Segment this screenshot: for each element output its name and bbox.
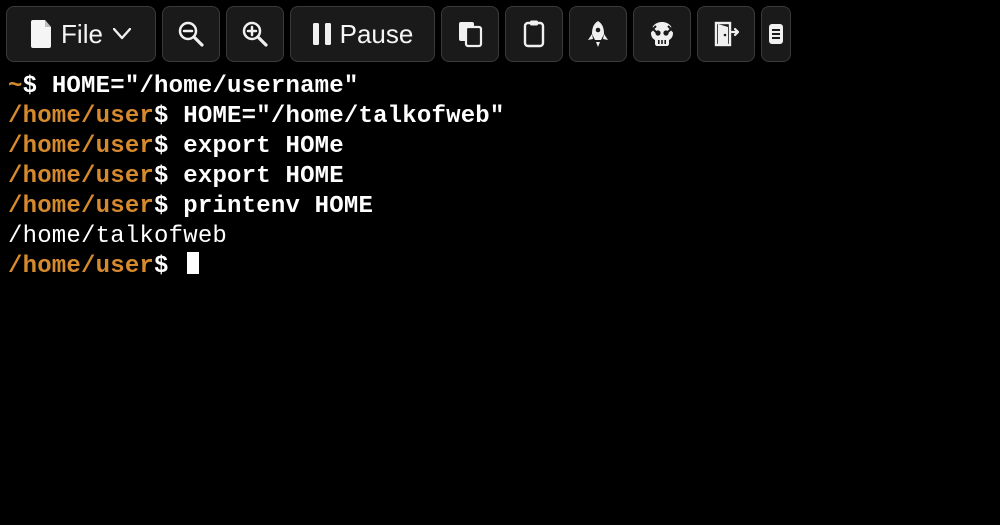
kill-button[interactable]	[633, 6, 691, 62]
prompt-path: /home/user	[8, 193, 154, 220]
cursor	[187, 252, 199, 274]
terminal-line: /home/user$ printenv HOME	[8, 192, 992, 222]
terminal-line: /home/user$ export HOME	[8, 162, 992, 192]
pause-label: Pause	[340, 19, 414, 50]
prompt-symbol: $	[154, 103, 183, 130]
terminal-line: /home/user$ export HOMe	[8, 132, 992, 162]
zoom-out-button[interactable]	[162, 6, 220, 62]
more-button[interactable]	[761, 6, 791, 62]
terminal-output[interactable]: ~$ HOME="/home/username"/home/user$ HOME…	[0, 68, 1000, 286]
prompt-symbol: $	[23, 73, 52, 100]
pause-icon	[312, 22, 332, 46]
paste-button[interactable]	[505, 6, 563, 62]
command-text: printenv HOME	[183, 193, 373, 220]
command-text: export HOMe	[183, 133, 344, 160]
chevron-down-icon	[113, 28, 131, 40]
file-menu-label: File	[61, 19, 103, 50]
prompt-symbol: $	[154, 133, 183, 160]
exit-button[interactable]	[697, 6, 755, 62]
prompt-path: /home/user	[8, 103, 154, 130]
copy-icon	[457, 20, 483, 48]
command-text: HOME="/home/talkofweb"	[183, 103, 504, 130]
prompt-path: /home/user	[8, 253, 154, 280]
terminal-output-text: /home/talkofweb	[8, 223, 227, 250]
zoom-out-icon	[177, 20, 205, 48]
file-menu-button[interactable]: File	[6, 6, 156, 62]
file-icon	[31, 20, 53, 48]
prompt-path: /home/user	[8, 163, 154, 190]
command-text: HOME="/home/username"	[52, 73, 359, 100]
rocket-icon	[585, 20, 611, 48]
prompt-symbol: $	[154, 253, 183, 280]
pause-button[interactable]: Pause	[290, 6, 435, 62]
terminal-line: ~$ HOME="/home/username"	[8, 72, 992, 102]
terminal-line: /home/user$	[8, 252, 992, 282]
clipboard-icon	[522, 20, 546, 48]
door-exit-icon	[712, 20, 740, 48]
prompt-symbol: $	[154, 163, 183, 190]
rocket-button[interactable]	[569, 6, 627, 62]
prompt-path: ~	[8, 73, 23, 100]
command-text: export HOME	[183, 163, 344, 190]
zoom-in-icon	[241, 20, 269, 48]
terminal-line: /home/talkofweb	[8, 222, 992, 252]
toolbar: File	[0, 0, 1000, 68]
prompt-symbol: $	[154, 193, 183, 220]
zoom-in-button[interactable]	[226, 6, 284, 62]
more-icon	[769, 22, 783, 46]
skull-icon	[648, 20, 676, 48]
copy-button[interactable]	[441, 6, 499, 62]
terminal-line: /home/user$ HOME="/home/talkofweb"	[8, 102, 992, 132]
prompt-path: /home/user	[8, 133, 154, 160]
